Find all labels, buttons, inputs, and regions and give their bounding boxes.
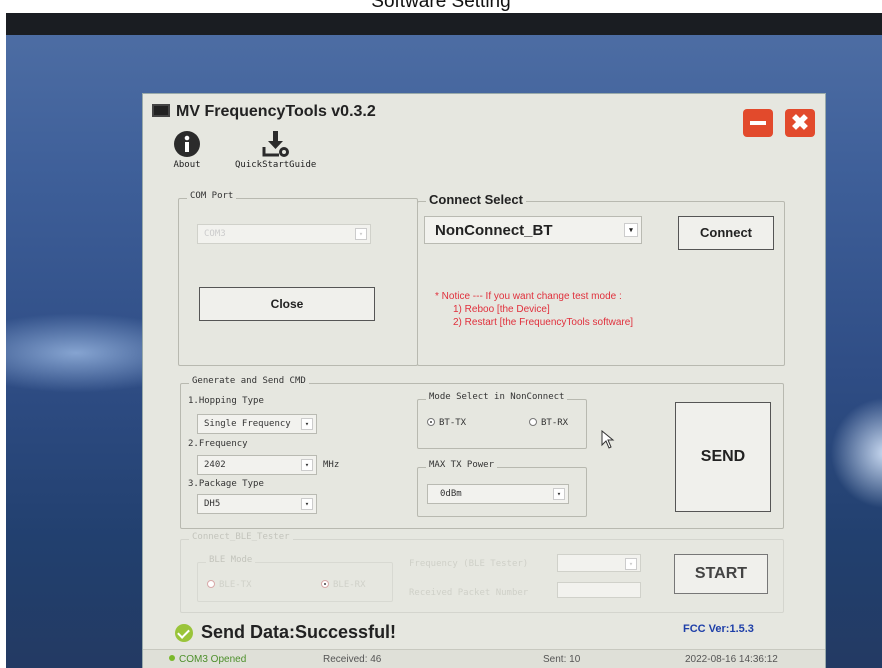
status-datetime: 2022-08-16 14:36:12 [685, 654, 778, 665]
package-type-value: DH5 [204, 499, 221, 509]
bt-rx-radio[interactable]: BT-RX [529, 418, 568, 428]
hopping-type-value: Single Frequency [204, 419, 291, 429]
ble-received-field[interactable] [557, 582, 641, 598]
connect-button[interactable]: Connect [678, 216, 774, 250]
radio-selected-icon [427, 418, 435, 426]
com-port-legend: COM Port [187, 191, 237, 201]
hopping-type-select[interactable]: Single Frequency ▾ [197, 414, 317, 434]
connect-select-legend: Connect Select [426, 192, 526, 207]
close-window-button[interactable]: ✖ [785, 109, 815, 137]
check-circle-icon [175, 624, 193, 642]
ble-frequency-select[interactable]: ▾ [557, 554, 641, 572]
quickstart-guide-button[interactable]: QuickStartGuide [235, 130, 316, 170]
notice-line: * Notice --- If you want change test mod… [435, 291, 622, 302]
monitor-screen: MV FrequencyTools v0.3.2 ✖ About QuickSt… [6, 13, 882, 668]
notice-text: * Notice --- If you want change test mod… [435, 290, 633, 329]
max-tx-power-legend: MAX TX Power [426, 460, 498, 470]
frequency-unit: MHz [323, 460, 340, 470]
received-count: Received: 46 [323, 654, 382, 665]
bt-rx-label: BT-RX [541, 418, 569, 428]
status-bar: COM3 Opened Received: 46 Sent: 10 2022-0… [143, 649, 825, 668]
com-port-select[interactable]: COM3 ▾ [197, 224, 371, 244]
max-tx-power-value: 0dBm [440, 489, 462, 499]
chevron-down-icon: ▾ [301, 418, 313, 430]
ble-frequency-label: Frequency (BLE Tester) [409, 559, 529, 569]
frequency-label: 2.Frequency [188, 439, 248, 449]
connect-mode-value: NonConnect_BT [435, 222, 553, 239]
ble-received-label: Received Packet Number [409, 588, 529, 598]
frequency-value: 2402 [204, 460, 226, 470]
download-gear-icon [262, 131, 289, 157]
start-button[interactable]: START [674, 554, 768, 594]
chevron-down-icon: ▾ [624, 223, 638, 237]
mode-select-legend: Mode Select in NonConnect [426, 392, 568, 402]
ble-rx-radio[interactable]: BLE-RX [321, 580, 366, 590]
minimize-button[interactable] [743, 109, 773, 137]
monitor-bezel [6, 13, 882, 35]
ble-rx-label: BLE-RX [333, 580, 366, 590]
generate-send-legend: Generate and Send CMD [189, 376, 309, 386]
package-type-select[interactable]: DH5 ▾ [197, 494, 317, 514]
title-bar[interactable]: MV FrequencyTools v0.3.2 ✖ [143, 94, 825, 137]
max-tx-power-select[interactable]: 0dBm ▾ [427, 484, 569, 504]
close-port-button[interactable]: Close [199, 287, 375, 321]
ble-tester-legend: Connect_BLE_Tester [189, 532, 293, 542]
wallpaper-glow [826, 393, 882, 513]
status-led-icon [169, 655, 175, 661]
sent-count: Sent: 10 [543, 654, 581, 665]
send-button[interactable]: SEND [675, 402, 771, 512]
send-status: Send Data:Successful! [175, 622, 396, 643]
photo-caption: Software Setting [371, 0, 511, 12]
notice-line: 2) Restart [the FrequencyTools software] [453, 317, 634, 328]
hopping-type-label: 1.Hopping Type [188, 396, 264, 406]
info-icon [174, 131, 200, 157]
package-type-label: 3.Package Type [188, 479, 264, 489]
ble-mode-legend: BLE Mode [206, 555, 256, 565]
ble-tx-radio[interactable]: BLE-TX [207, 580, 252, 590]
mouse-cursor-icon [601, 430, 615, 449]
chevron-down-icon: ▾ [301, 498, 313, 510]
bt-tx-radio[interactable]: BT-TX [427, 418, 466, 428]
send-status-message: Send Data:Successful! [201, 622, 397, 642]
about-button[interactable]: About [173, 130, 201, 170]
connect-select-group: Connect Select NonConnect_BT ▾ Connect [417, 192, 785, 366]
com-port-value: COM3 [204, 229, 226, 239]
about-label: About [173, 160, 201, 170]
app-logo-icon [152, 104, 170, 117]
notice-line: 1) Reboo [the Device] [453, 304, 550, 315]
ble-tx-label: BLE-TX [219, 580, 252, 590]
app-window: MV FrequencyTools v0.3.2 ✖ About QuickSt… [142, 93, 826, 668]
com-port-group: COM Port COM3 ▾ Close [178, 191, 418, 366]
bt-tx-label: BT-TX [439, 418, 467, 428]
window-title: MV FrequencyTools v0.3.2 [176, 103, 376, 120]
connect-mode-select[interactable]: NonConnect_BT ▾ [424, 216, 642, 244]
chevron-down-icon: ▾ [625, 558, 637, 570]
radio-selected-icon [321, 580, 329, 588]
radio-icon [529, 418, 537, 426]
port-status-text: COM3 Opened [179, 654, 247, 665]
chevron-down-icon: ▾ [301, 459, 313, 471]
chevron-down-icon: ▾ [355, 228, 367, 240]
fcc-version: FCC Ver:1.5.3 [683, 623, 754, 635]
chevron-down-icon: ▾ [553, 488, 565, 500]
radio-icon [207, 580, 215, 588]
quickstart-guide-label: QuickStartGuide [235, 160, 317, 170]
frequency-select[interactable]: 2402 ▾ [197, 455, 317, 475]
port-status: COM3 Opened [169, 654, 246, 665]
